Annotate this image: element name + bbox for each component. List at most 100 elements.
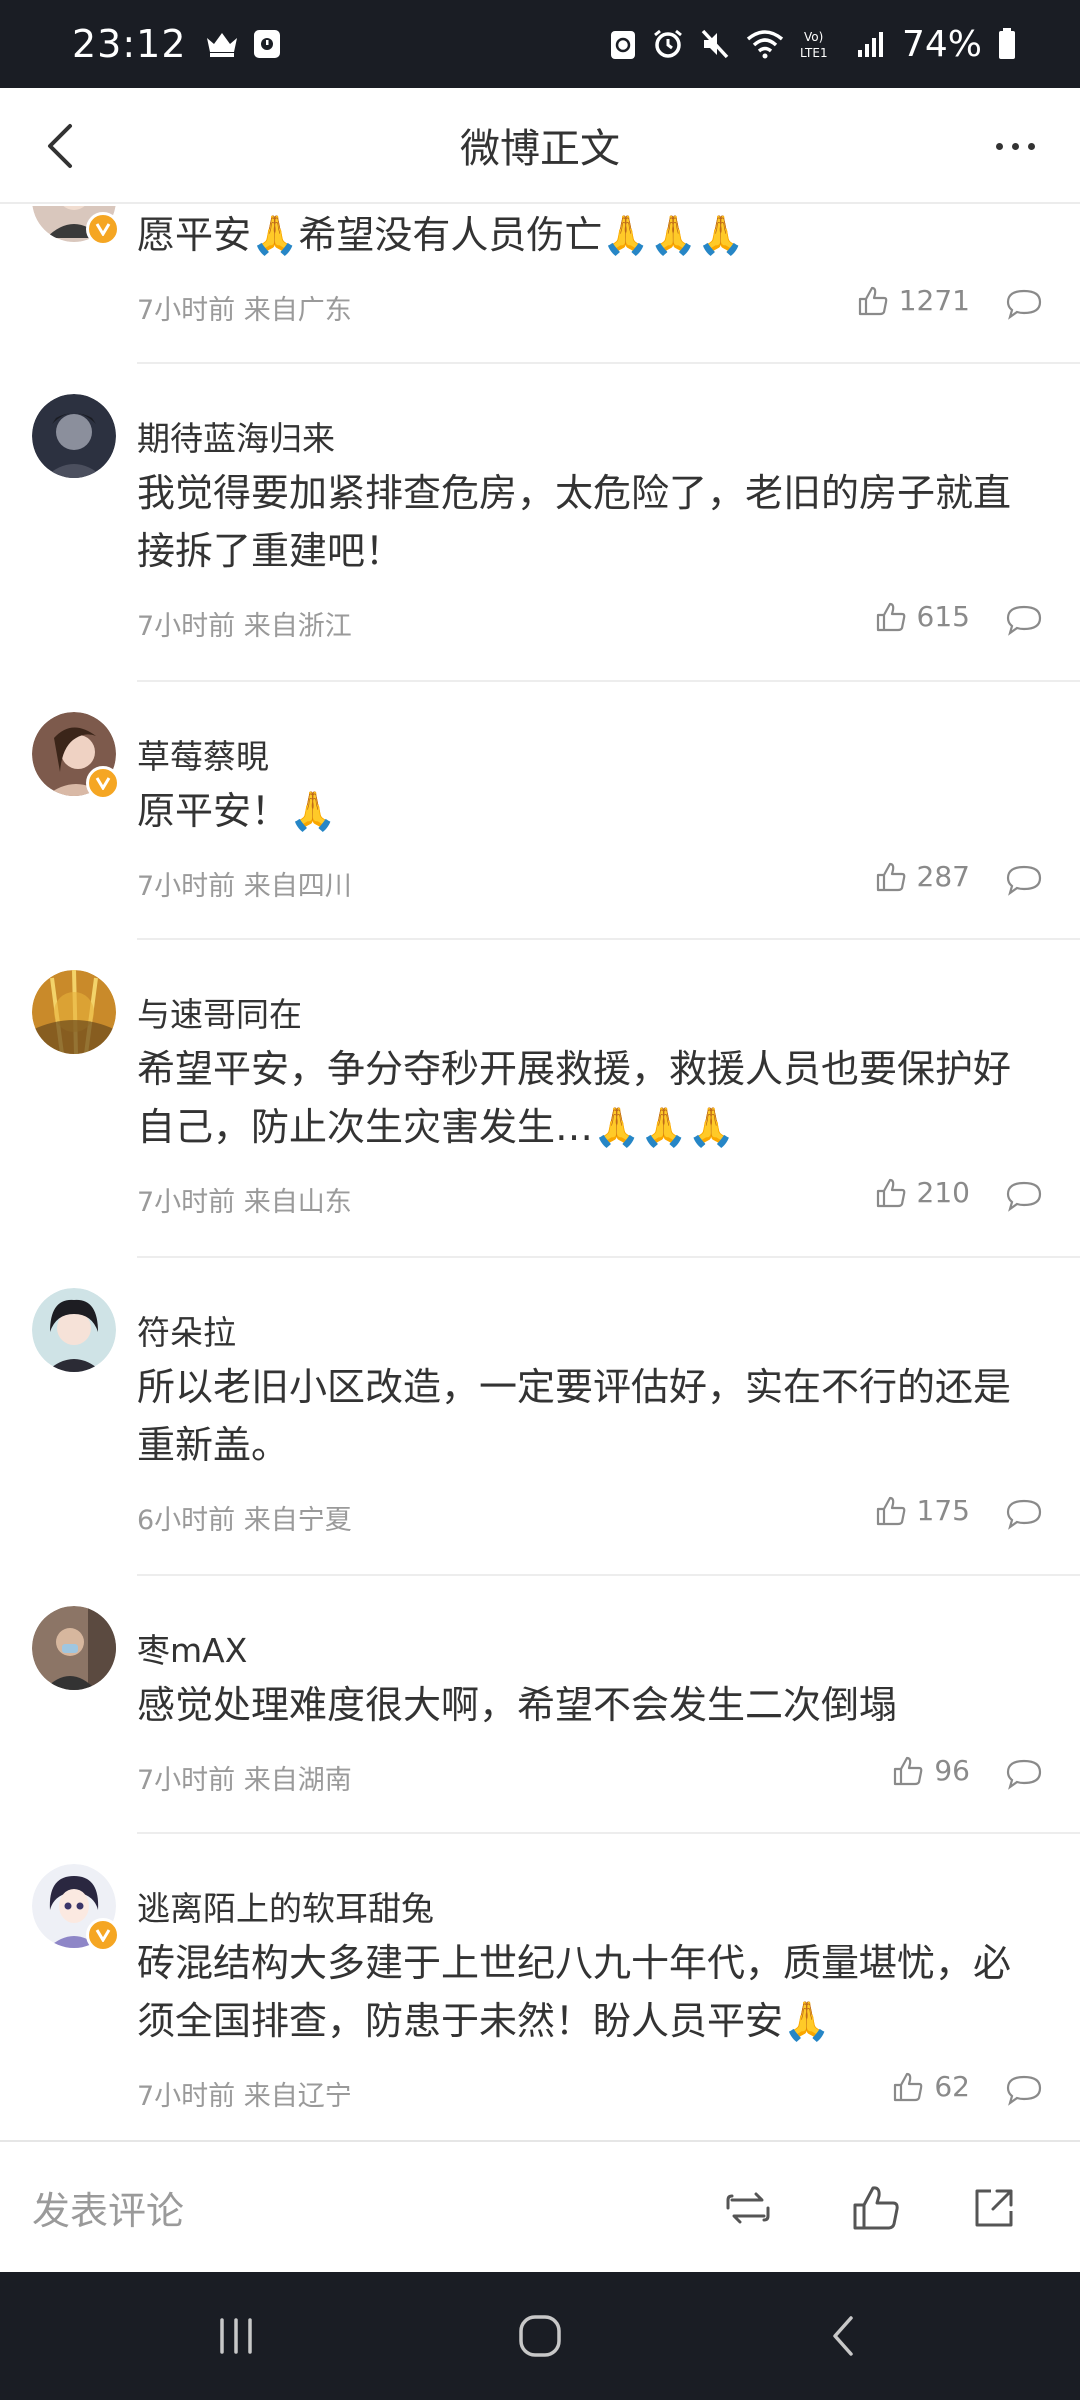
more-icon-dot <box>1027 142 1035 150</box>
like-icon <box>894 2072 923 2101</box>
username[interactable]: 符朵拉 <box>137 1306 236 1354</box>
recent-apps-icon <box>220 2318 252 2354</box>
reply-icon <box>1006 1759 1042 1790</box>
media-icon <box>253 29 281 59</box>
crown-icon <box>205 30 239 58</box>
comment-text: 原平安！🙏 <box>137 789 337 833</box>
username[interactable]: 逃离陌上的软耳甜兔 <box>137 1882 434 1930</box>
reply-button[interactable] <box>1004 286 1044 322</box>
avatar-image <box>32 1606 116 1690</box>
avatar[interactable] <box>32 206 120 246</box>
like-icon <box>853 2186 899 2230</box>
more-button[interactable] <box>980 116 1050 176</box>
avatar-image <box>32 970 116 1054</box>
reply-button[interactable] <box>1004 1756 1044 1792</box>
svg-text:Vo): Vo) <box>804 30 823 44</box>
avatar[interactable] <box>32 394 116 478</box>
like-count: 210 <box>916 1176 970 1209</box>
comment-item: 逃离陌上的软耳甜兔 砖混结构大多建于上世纪八九十年代，质量堪忧，必须全国排查，防… <box>0 1834 1080 2140</box>
reply-icon <box>1006 2075 1042 2106</box>
repost-icon <box>726 2192 770 2224</box>
share-icon <box>975 2189 1013 2227</box>
page-title: 微博正文 <box>460 126 620 172</box>
comment-item: 枣mAX 感觉处理难度很大啊，希望不会发生二次倒塌 7小时前 来自湖南 96 <box>0 1576 1080 1834</box>
svg-text:LTE1: LTE1 <box>800 46 828 60</box>
like-count: 175 <box>916 1494 970 1527</box>
back-button[interactable] <box>30 116 90 176</box>
like-button[interactable]: 96 <box>892 1754 970 1787</box>
comment-item: 草莓蔡晛 原平安！🙏 7小时前 来自四川 287 <box>0 682 1080 940</box>
like-icon <box>894 1756 923 1785</box>
recent-apps-button[interactable] <box>206 2306 266 2366</box>
avatar[interactable] <box>32 1288 116 1372</box>
like-button[interactable]: 287 <box>875 860 970 893</box>
avatar[interactable] <box>32 712 120 800</box>
reply-button[interactable] <box>1004 602 1044 638</box>
like-count: 1271 <box>898 284 970 317</box>
username[interactable]: 与速哥同在 <box>137 988 302 1036</box>
home-icon <box>519 2315 561 2357</box>
battery-percentage: 74% <box>901 23 982 65</box>
like-count: 62 <box>934 2070 970 2103</box>
bottom-action-bar: 发表评论 <box>0 2140 1080 2272</box>
comment-text: 感觉处理难度很大啊，希望不会发生二次倒塌 <box>137 1683 898 1727</box>
avatar[interactable] <box>32 970 116 1054</box>
like-icon <box>876 1496 905 1525</box>
comment-meta: 7小时前 来自辽宁 <box>137 2081 352 2112</box>
comment-meta: 7小时前 来自浙江 <box>137 611 352 642</box>
username[interactable]: 期待蓝海归来 <box>137 412 335 460</box>
reply-button[interactable] <box>1004 2072 1044 2108</box>
system-navigation-bar <box>0 2272 1080 2400</box>
comment-item: 愿平安🙏希望没有人员伤亡🙏🙏🙏 7小时前 来自广东 1271 <box>0 206 1080 364</box>
like-post-button[interactable] <box>846 2178 906 2238</box>
comment-text: 我觉得要加紧排查危房，太危险了，老旧的房子就直接拆了重建吧！ <box>137 471 1012 573</box>
avatar[interactable] <box>32 1864 120 1952</box>
comment-input[interactable]: 发表评论 <box>32 2180 184 2235</box>
status-bar: 23:12 Vo) LTE1 74% <box>0 0 1080 88</box>
status-time: 23:12 <box>72 22 187 66</box>
like-button[interactable]: 175 <box>875 1494 970 1527</box>
reply-button[interactable] <box>1004 1496 1044 1532</box>
system-back-button[interactable] <box>812 2306 872 2366</box>
wifi-icon <box>746 29 784 59</box>
back-arrow-icon <box>48 124 72 168</box>
reply-icon <box>1006 1181 1042 1212</box>
username[interactable]: 草莓蔡晛 <box>137 730 269 778</box>
comment-text: 希望平安，争分夺秒开展救援，救援人员也要保护好自己，防止次生灾害发生…🙏🙏🙏 <box>137 1047 1012 1149</box>
comment-text: 愿平安🙏希望没有人员伤亡🙏🙏🙏 <box>137 213 745 257</box>
like-button[interactable]: 615 <box>875 600 970 633</box>
comment-meta: 7小时前 来自湖南 <box>137 1765 352 1796</box>
like-count: 287 <box>916 860 970 893</box>
like-count: 615 <box>916 600 970 633</box>
avatar[interactable] <box>32 1606 116 1690</box>
comment-item: 符朵拉 所以老旧小区改造，一定要评估好，实在不行的还是重新盖。 6小时前 来自宁… <box>0 1258 1080 1576</box>
comment-text: 所以老旧小区改造，一定要评估好，实在不行的还是重新盖。 <box>137 1365 1012 1467</box>
mute-icon <box>700 28 730 60</box>
reply-icon <box>1006 1499 1042 1530</box>
comment-item: 期待蓝海归来 我觉得要加紧排查危房，太危险了，老旧的房子就直接拆了重建吧！ 7小… <box>0 364 1080 682</box>
more-icon-dot <box>1011 142 1019 150</box>
home-button[interactable] <box>510 2306 570 2366</box>
back-chevron-icon <box>833 2316 853 2356</box>
comment-item: 与速哥同在 希望平安，争分夺秒开展救援，救援人员也要保护好自己，防止次生灾害发生… <box>0 940 1080 1258</box>
like-button[interactable]: 62 <box>892 2070 970 2103</box>
reply-icon <box>1006 605 1042 636</box>
battery-icon <box>998 28 1016 60</box>
more-icon-dot <box>995 142 1003 150</box>
username[interactable]: 枣mAX <box>137 1624 247 1672</box>
comment-list: 愿平安🙏希望没有人员伤亡🙏🙏🙏 7小时前 来自广东 1271 期待蓝海归来 我觉… <box>0 206 1080 2140</box>
comment-meta: 6小时前 来自宁夏 <box>137 1505 352 1536</box>
volte-icon: Vo) LTE1 <box>800 28 840 60</box>
like-button[interactable]: 1271 <box>857 284 970 317</box>
like-icon <box>876 862 905 891</box>
recycle-icon <box>610 28 636 60</box>
like-count: 96 <box>934 1754 970 1787</box>
like-button[interactable]: 210 <box>875 1176 970 1209</box>
repost-button[interactable] <box>718 2178 778 2238</box>
avatar-image <box>32 394 116 478</box>
share-button[interactable] <box>964 2178 1024 2238</box>
verified-badge-icon <box>86 1918 120 1952</box>
reply-icon <box>1006 865 1042 896</box>
reply-button[interactable] <box>1004 1178 1044 1214</box>
reply-button[interactable] <box>1004 862 1044 898</box>
